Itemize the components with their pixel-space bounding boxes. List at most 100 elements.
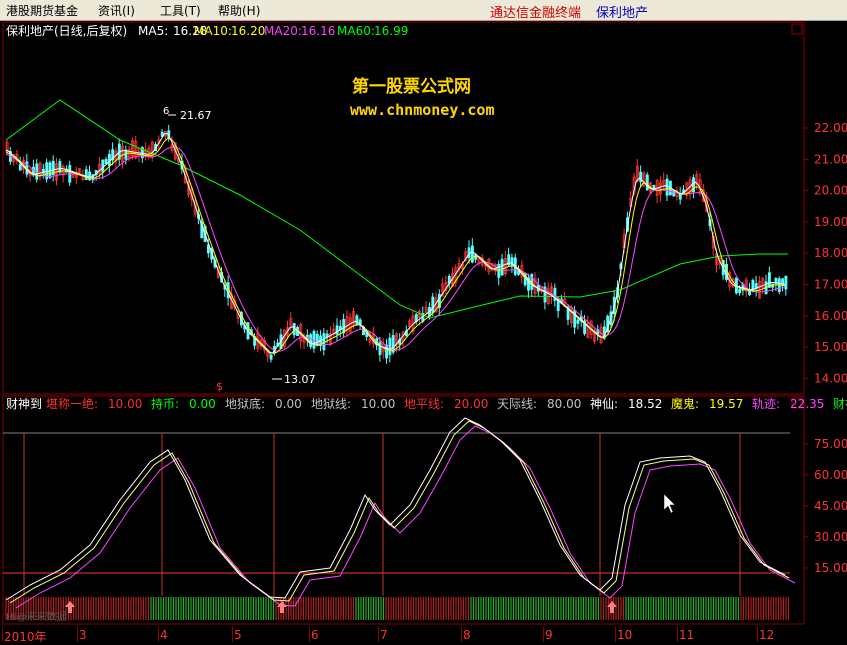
date-tick xyxy=(757,627,758,642)
date-tick xyxy=(615,627,616,642)
dollar-mark: $ xyxy=(216,380,223,393)
date-label: 5 xyxy=(234,628,242,642)
date-label: 4 xyxy=(160,628,168,642)
candle-body xyxy=(672,189,676,197)
ma10-line xyxy=(5,137,785,354)
indicator-field-value: 22.35 xyxy=(790,397,824,411)
indicator-field-label: 地平线: xyxy=(404,397,444,411)
ma10-value: 16.20 xyxy=(231,24,265,38)
price-axis-label: 17.00 xyxy=(814,278,847,292)
price-axis-label: 22.00 xyxy=(814,121,847,135)
date-tick xyxy=(158,627,159,642)
candle-body xyxy=(678,193,682,200)
price-axis-label: 20.00 xyxy=(814,184,847,198)
candle-body xyxy=(84,169,88,180)
ma10-label: MA10: xyxy=(194,24,232,38)
signal-bars xyxy=(5,597,790,620)
date-tick xyxy=(232,627,233,642)
ma5-label: MA5: xyxy=(138,24,168,38)
ma20-label: MA20: xyxy=(264,24,302,38)
candle-body xyxy=(576,319,580,324)
candle-body xyxy=(269,354,273,360)
stock-name: 保利地产 xyxy=(596,6,649,21)
date-label: 12 xyxy=(759,628,775,642)
candle-body xyxy=(665,178,669,196)
candle-body xyxy=(107,153,111,166)
menu-help[interactable]: 帮助(H) xyxy=(218,2,260,19)
candle-body xyxy=(315,333,319,347)
indicator-field-label: 地狱底: xyxy=(225,396,265,411)
indicator-field-label: 地狱线: xyxy=(311,397,351,411)
indicator-field-label: 轨迹: xyxy=(752,397,780,411)
candle-body xyxy=(767,272,771,288)
date-tick xyxy=(677,627,678,642)
price-axis-label: 14.00 xyxy=(814,371,847,385)
price-axis: 22.00 21.00 20.00 19.00 18.00 17.00 16.00 15.00… xyxy=(804,121,847,385)
date-label: 3 xyxy=(79,628,87,642)
menu-tools[interactable]: 工具(T) xyxy=(160,2,201,19)
menu-hk-futures[interactable]: 港股期货基金 xyxy=(6,2,78,19)
chart-area[interactable]: 保利地产(日线,后复权) MA5: 16.28 MA10: 16.20 MA20… xyxy=(0,20,847,627)
date-label: 2010年 xyxy=(4,630,47,644)
bottom-watermark: Hi@来来数据 xyxy=(6,610,66,623)
indicator-field-label: 堪称一绝: xyxy=(46,396,98,411)
indicator-axis-label: 30.00 xyxy=(814,530,847,544)
menu-info[interactable]: 资讯(I) xyxy=(98,2,135,19)
price-axis-label: 18.00 xyxy=(814,246,847,260)
indicator-field-value: 80.00 xyxy=(547,397,581,411)
indicator-header: 财神到 堪称一绝: 10.00 持币: 0.00 地狱底: 0.00 地狱线: 10.00 地平… xyxy=(6,396,847,411)
watermark-url: www.chnmoney.com xyxy=(350,101,495,119)
date-label: 8 xyxy=(463,628,471,642)
ma20-line xyxy=(5,146,785,352)
candle-body xyxy=(18,164,22,171)
low-label: 13.07 xyxy=(284,373,316,386)
indicator-axis-label: 75.00 xyxy=(814,437,847,451)
signal-lines xyxy=(23,433,741,596)
indicator-field-value: 20.00 xyxy=(454,397,488,411)
indicator-axis-label: 45.00 xyxy=(814,499,847,513)
ma20-value: 16.16 xyxy=(301,24,335,38)
panel-maximize-icon[interactable] xyxy=(791,23,803,35)
date-label: 7 xyxy=(380,628,388,642)
candle-body xyxy=(500,259,504,276)
price-title: 保利地产(日线,后复权) xyxy=(6,24,127,38)
date-label: 10 xyxy=(617,628,633,642)
candle-body xyxy=(309,334,313,348)
candle-body xyxy=(388,337,392,356)
indicator-field-label: 魔鬼: xyxy=(671,396,699,411)
ma60-value: 16.99 xyxy=(374,24,408,38)
candle-body xyxy=(431,296,435,314)
date-label: 11 xyxy=(679,628,695,642)
brand-title: 通达信金融终端 xyxy=(490,6,582,21)
indicator-field-value: 0.00 xyxy=(189,397,216,411)
indicator-panel-border xyxy=(2,395,805,625)
candle-body xyxy=(58,161,62,173)
watermark-title: 第一股票公式网 xyxy=(352,76,471,97)
indicator-field-value: 0.00 xyxy=(275,397,302,411)
indicator-field-label: 神仙: xyxy=(590,397,618,411)
candle-body xyxy=(748,290,752,296)
candle-body xyxy=(467,247,471,259)
date-tick xyxy=(543,627,544,642)
indicator-axis-label: 60.00 xyxy=(814,468,847,482)
date-axis: 2010年 3 4 5 6 7 8 9 10 11 12 xyxy=(0,627,847,644)
candle-body xyxy=(335,325,339,335)
candle-body xyxy=(124,149,128,160)
candle-body xyxy=(645,174,649,191)
ma60-line xyxy=(5,99,788,319)
price-axis-label: 19.00 xyxy=(814,215,847,229)
date-tick xyxy=(461,627,462,642)
candle-body xyxy=(292,323,296,336)
date-tick xyxy=(77,627,78,642)
high-label: 21.67 xyxy=(180,109,212,122)
price-axis-label: 21.00 xyxy=(814,152,847,166)
ma60-label: MA60: xyxy=(337,24,375,38)
indicator-field-value: 19.57 xyxy=(709,397,743,411)
indicator-title: 财神到 xyxy=(6,397,42,411)
indicator-axis: 75.00 60.00 45.00 30.00 15.00 xyxy=(804,437,847,575)
candle-body xyxy=(497,263,501,278)
candle-body xyxy=(784,275,788,290)
indicator-field-label: 持币: xyxy=(151,396,179,411)
date-tick xyxy=(378,627,379,642)
candlesticks xyxy=(5,124,788,364)
